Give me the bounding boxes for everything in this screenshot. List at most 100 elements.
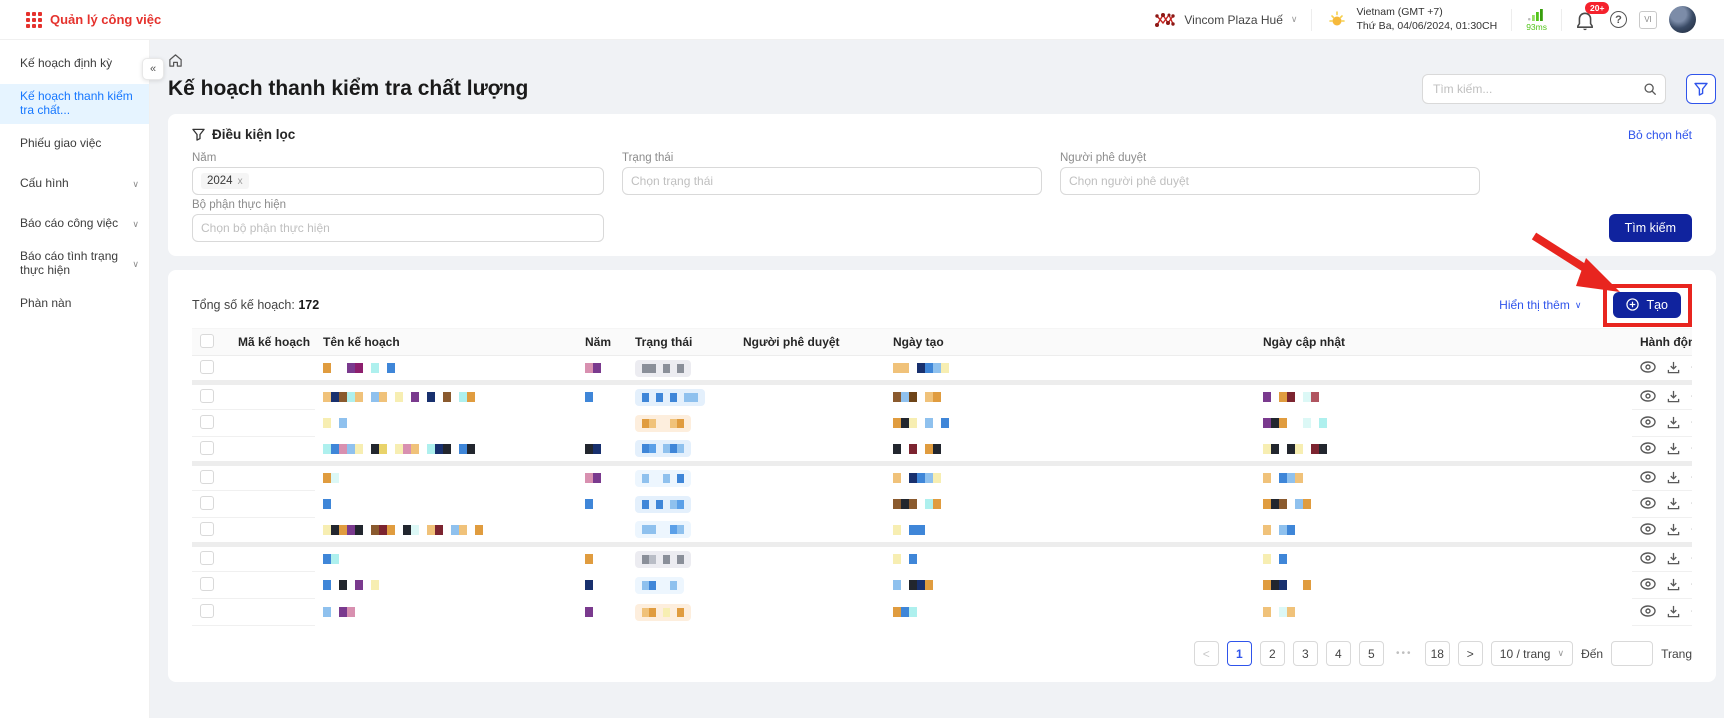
year-field-label: Năm (192, 152, 604, 164)
clear-all-filters-link[interactable]: Bỏ chọn hết (1628, 128, 1692, 142)
status-placeholder: Chọn trạng thái (631, 174, 713, 188)
download-row-button[interactable] (1667, 471, 1680, 484)
sidebar-item-0[interactable]: Kế hoạch định kỳ (0, 44, 149, 84)
status-badge (635, 604, 691, 621)
row-checkbox[interactable] (200, 551, 214, 565)
download-row-button[interactable] (1667, 390, 1680, 403)
sidebar-item-4[interactable]: Báo cáo công việc∨ (0, 204, 149, 244)
sidebar-item-2[interactable]: Phiếu giao việc (0, 124, 149, 164)
search-icon[interactable] (1643, 82, 1657, 96)
download-row-button[interactable] (1667, 552, 1680, 565)
sidebar-item-3[interactable]: Cấu hình∨ (0, 164, 149, 204)
row-more-actions-button[interactable]: ··· (1691, 604, 1692, 618)
pagination-page-5[interactable]: 5 (1359, 641, 1384, 666)
row-checkbox[interactable] (200, 577, 214, 591)
cell-ngay-tao (885, 356, 1255, 383)
row-checkbox[interactable] (200, 470, 214, 484)
home-icon[interactable] (168, 53, 183, 68)
row-checkbox[interactable] (200, 389, 214, 403)
view-row-button[interactable] (1640, 361, 1656, 373)
plus-circle-icon (1626, 298, 1639, 311)
pagination-ellipsis[interactable]: ••• (1392, 648, 1417, 659)
download-row-button[interactable] (1667, 442, 1680, 455)
plans-table: Mã kế hoạch Tên kế hoạch Năm Trạng thái … (192, 328, 1692, 626)
row-more-actions-button[interactable]: ··· (1691, 551, 1692, 565)
row-more-actions-button[interactable]: ··· (1691, 496, 1692, 510)
view-row-button[interactable] (1640, 390, 1656, 402)
pagination-next-button[interactable]: > (1458, 641, 1483, 666)
col-header-nguoi-phe-duyet: Người phê duyệt (735, 329, 885, 356)
download-row-button[interactable] (1667, 578, 1680, 591)
row-more-actions-button[interactable]: ··· (1691, 441, 1692, 455)
help-button[interactable]: ? (1610, 11, 1627, 28)
row-more-actions-button[interactable]: ··· (1691, 470, 1692, 484)
sidebar-item-label: Báo cáo công việc (20, 217, 118, 231)
view-row-button[interactable] (1640, 416, 1656, 428)
site-selector[interactable]: Vincom Plaza Huế ∨ (1140, 7, 1311, 33)
select-all-checkbox[interactable] (200, 334, 214, 348)
sidebar-item-5[interactable]: Báo cáo tình trạng thực hiện∨ (0, 244, 149, 284)
funnel-icon (192, 128, 205, 141)
row-checkbox[interactable] (200, 360, 214, 374)
download-row-button[interactable] (1667, 361, 1680, 374)
row-checkbox[interactable] (200, 441, 214, 455)
row-checkbox[interactable] (200, 496, 214, 510)
status-badge (635, 521, 691, 538)
goto-page-input[interactable] (1611, 641, 1653, 666)
download-row-button[interactable] (1667, 416, 1680, 429)
search-input[interactable] (1433, 82, 1643, 96)
view-row-button[interactable] (1640, 471, 1656, 483)
app-brand[interactable]: Quản lý công việc (26, 12, 161, 28)
row-more-actions-button[interactable]: ··· (1691, 415, 1692, 429)
sidebar-item-label: Cấu hình (20, 177, 69, 191)
download-row-button[interactable] (1667, 497, 1680, 510)
row-more-actions-button[interactable]: ··· (1691, 360, 1692, 374)
pagination-page-1[interactable]: 1 (1227, 641, 1252, 666)
cell-ngay-cap-nhat (1255, 464, 1632, 491)
row-more-actions-button[interactable]: ··· (1691, 389, 1692, 403)
pagination-page-18[interactable]: 18 (1425, 641, 1450, 666)
page-size-select[interactable]: 10 / trang∨ (1491, 641, 1573, 666)
row-more-actions-button[interactable]: ··· (1691, 577, 1692, 591)
sidebar-item-1[interactable]: Kế hoạch thanh kiểm tra chất... (0, 84, 149, 124)
row-checkbox[interactable] (200, 522, 214, 536)
redacted-mosaic (642, 393, 698, 402)
sidebar-collapse-button[interactable]: « (142, 58, 164, 80)
pagination-page-4[interactable]: 4 (1326, 641, 1351, 666)
notifications-button[interactable]: 20+ (1576, 9, 1598, 31)
language-switcher[interactable]: VI (1639, 11, 1657, 29)
user-avatar[interactable] (1669, 6, 1696, 33)
row-more-actions-button[interactable]: ··· (1691, 522, 1692, 536)
department-select[interactable]: Chọn bộ phận thực hiện (192, 214, 604, 242)
view-row-button[interactable] (1640, 442, 1656, 454)
sidebar-item-6[interactable]: Phàn nàn (0, 284, 149, 324)
pagination-page-3[interactable]: 3 (1293, 641, 1318, 666)
row-checkbox[interactable] (200, 415, 214, 429)
pagination-page-2[interactable]: 2 (1260, 641, 1285, 666)
view-row-button[interactable] (1640, 552, 1656, 564)
site-name: Vincom Plaza Huế (1184, 13, 1283, 27)
table-row: ··· (192, 545, 1692, 572)
redacted-mosaic (323, 363, 569, 373)
filter-toggle-button[interactable] (1686, 74, 1716, 104)
create-button[interactable]: Tạo (1613, 292, 1681, 318)
approver-select[interactable]: Chọn người phê duyệt (1060, 167, 1480, 195)
view-row-button[interactable] (1640, 605, 1656, 617)
apps-grid-icon[interactable] (26, 12, 42, 28)
tag-remove-icon[interactable]: x (238, 176, 243, 187)
redacted-mosaic (642, 581, 677, 590)
row-checkbox[interactable] (200, 604, 214, 618)
pagination-prev-button[interactable]: < (1194, 641, 1219, 666)
cell-ma-ke-hoach (230, 383, 315, 410)
top-header-bar: Quản lý công việc Vincom Plaza Huế ∨ (0, 0, 1724, 40)
col-header-ten-ke-hoach: Tên kế hoạch (315, 329, 577, 356)
view-row-button[interactable] (1640, 497, 1656, 509)
view-row-button[interactable] (1640, 523, 1656, 535)
download-row-button[interactable] (1667, 605, 1680, 618)
view-row-button[interactable] (1640, 578, 1656, 590)
download-row-button[interactable] (1667, 523, 1680, 536)
year-select[interactable]: 2024 x (192, 167, 604, 195)
show-more-link[interactable]: Hiển thị thêm ∨ (1499, 298, 1581, 312)
filter-search-button[interactable]: Tìm kiếm (1609, 214, 1692, 242)
status-select[interactable]: Chọn trạng thái (622, 167, 1042, 195)
